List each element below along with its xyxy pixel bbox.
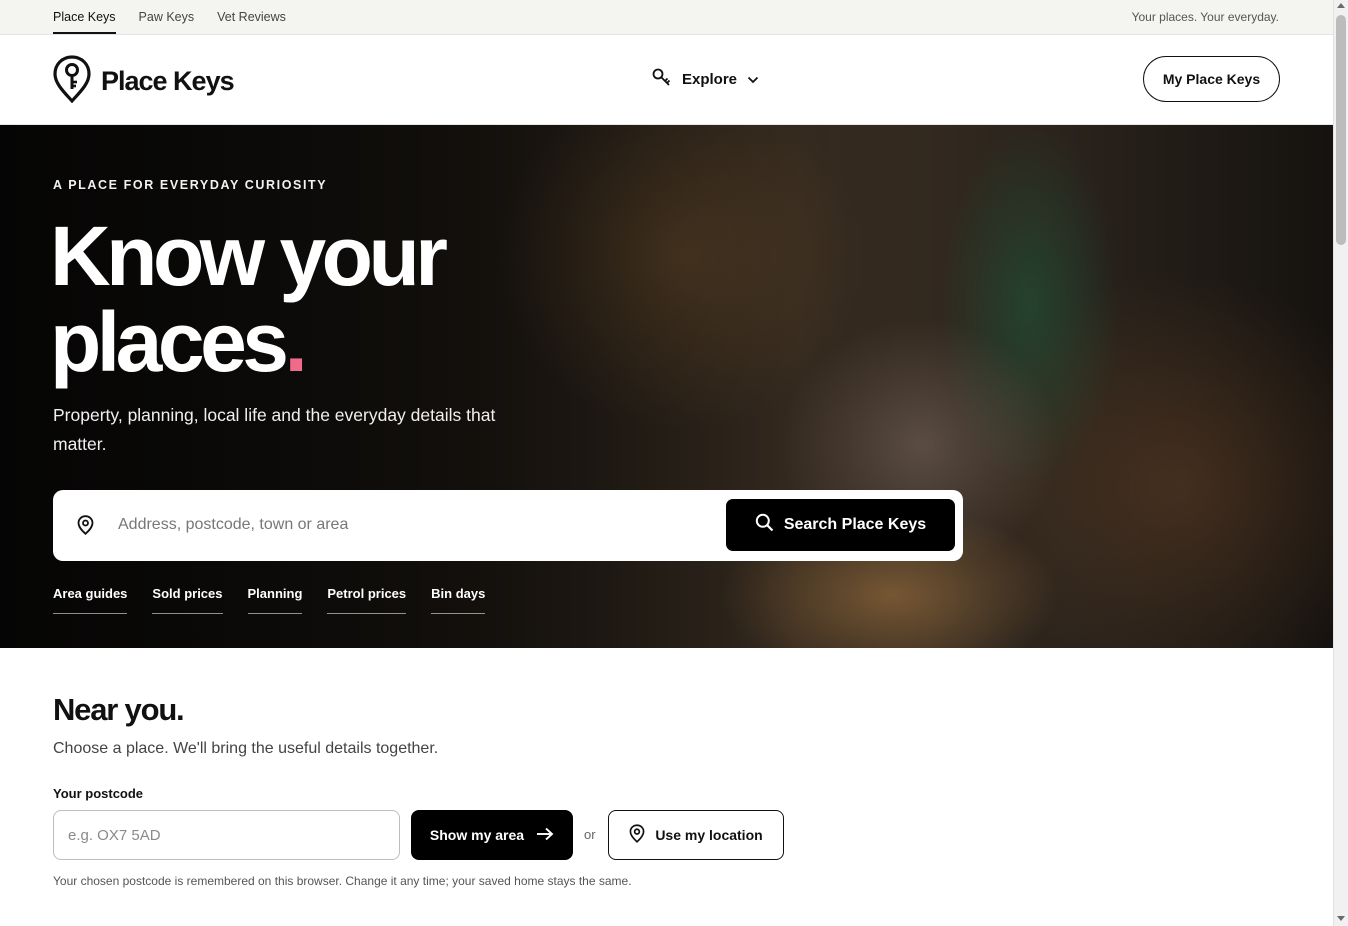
my-place-keys-button[interactable]: My Place Keys xyxy=(1143,56,1280,102)
search-button-label: Search Place Keys xyxy=(783,516,927,533)
scrollbar-thumb[interactable] xyxy=(1336,15,1346,245)
quick-link-planning[interactable]: Planning xyxy=(247,586,303,614)
hero-search-box: Search Place Keys xyxy=(53,490,963,561)
search-icon xyxy=(755,513,774,537)
chevron-down-icon xyxy=(747,71,759,89)
key-icon xyxy=(652,67,672,92)
scroll-up-arrow-icon[interactable] xyxy=(1337,3,1345,8)
logo-text: Place Keys xyxy=(101,66,235,96)
site-header: Place Keys Explore My Place Keys xyxy=(0,35,1333,125)
site-tab-place-keys[interactable]: Place Keys xyxy=(53,0,116,34)
postcode-input[interactable] xyxy=(53,810,400,860)
site-tab-vet-reviews[interactable]: Vet Reviews xyxy=(217,0,286,34)
or-separator: or xyxy=(584,827,596,842)
site-tab-paw-keys[interactable]: Paw Keys xyxy=(139,0,195,34)
quick-link-area-guides[interactable]: Area guides xyxy=(53,586,128,614)
near-you-subtitle: Choose a place. We'll bring the useful d… xyxy=(53,740,439,757)
logo-pin-key-icon xyxy=(53,55,91,108)
arrow-right-icon xyxy=(536,827,554,844)
quick-link-sold-prices[interactable]: Sold prices xyxy=(152,586,223,614)
explore-menu[interactable]: Explore xyxy=(652,67,759,92)
location-pin-icon xyxy=(629,824,645,846)
explore-label: Explore xyxy=(682,71,738,88)
hero-section: A PLACE FOR EVERYDAY CURIOSITY Know your… xyxy=(0,125,1333,648)
logo-link[interactable]: Place Keys xyxy=(53,55,235,108)
use-my-location-button[interactable]: Use my location xyxy=(608,810,784,860)
site-switcher: Place Keys Paw Keys Vet Reviews xyxy=(53,0,286,35)
tagline: Your places. Your everyday. xyxy=(1131,10,1279,24)
headline-line-1: Know your xyxy=(50,209,448,303)
quick-links: Area guides Sold prices Planning Petrol … xyxy=(53,586,486,614)
hero-headline: Know your places. xyxy=(50,213,650,385)
quick-link-petrol-prices[interactable]: Petrol prices xyxy=(327,586,407,614)
show-my-area-label: Show my area xyxy=(429,827,525,843)
hero-eyebrow: A PLACE FOR EVERYDAY CURIOSITY xyxy=(53,178,328,192)
hero-search-input[interactable] xyxy=(118,504,718,546)
headline-line-2: places xyxy=(50,295,289,389)
search-place-keys-button[interactable]: Search Place Keys xyxy=(726,499,955,551)
near-you-title: Near you. xyxy=(53,692,185,727)
scroll-down-arrow-icon[interactable] xyxy=(1337,916,1345,921)
quick-link-bin-days[interactable]: Bin days xyxy=(431,586,486,614)
top-utility-bar: Place Keys Paw Keys Vet Reviews Your pla… xyxy=(0,0,1333,35)
show-my-area-button[interactable]: Show my area xyxy=(411,810,573,860)
headline-accent-dot: . xyxy=(284,295,308,389)
use-my-location-label: Use my location xyxy=(655,827,763,843)
postcode-note: Your chosen postcode is remembered on th… xyxy=(53,874,632,888)
location-pin-icon xyxy=(77,515,94,540)
postcode-label: Your postcode xyxy=(53,786,144,801)
hero-subhead: Property, planning, local life and the e… xyxy=(53,405,496,454)
page-scrollbar[interactable] xyxy=(1333,0,1348,926)
